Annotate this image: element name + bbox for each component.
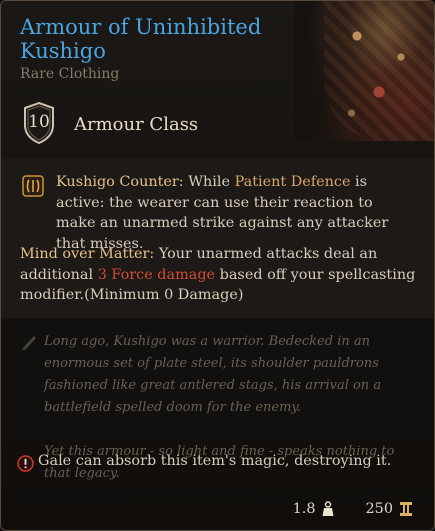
- armour-image: [324, 1, 434, 141]
- lore-text: Long ago, Kushigo was a warrior. Bedecke…: [44, 331, 416, 507]
- weight-value: 1.8: [292, 501, 316, 517]
- gold-icon: [400, 502, 412, 516]
- force-damage-value: 3 Force damage: [97, 266, 216, 283]
- item-footer: 1.8 250: [293, 498, 413, 520]
- armour-class-label: Armour Class: [74, 114, 199, 135]
- armour-class-value: 10: [28, 112, 50, 132]
- item-portrait: [294, 1, 434, 141]
- warning-icon: [17, 455, 34, 472]
- passive-name: Mind over Matter:: [20, 246, 155, 262]
- gold-value: 250: [365, 501, 393, 517]
- lore-paragraph: Long ago, Kushigo was a warrior. Bedecke…: [44, 334, 382, 415]
- passive-kushigo-counter: Kushigo Counter: While Patient Defence i…: [56, 172, 416, 254]
- passive-text: While: [183, 174, 235, 190]
- passive-mind-over-matter: Mind over Matter: Your unarmed attacks d…: [20, 244, 416, 306]
- passive-name: Kushigo Counter:: [56, 174, 184, 190]
- item-rarity: Rare Clothing: [20, 66, 120, 82]
- item-name: Armour of Uninhibited Kushigo: [20, 15, 262, 63]
- item-tooltip: Armour of Uninhibited Kushigo Rare Cloth…: [0, 0, 435, 531]
- patient-defence-icon: [22, 175, 44, 197]
- patient-defence-link[interactable]: Patient Defence: [235, 174, 351, 190]
- weight-icon: [322, 501, 334, 516]
- quill-icon: [22, 336, 36, 350]
- absorb-warning: Gale can absorb this item's magic, destr…: [38, 453, 392, 469]
